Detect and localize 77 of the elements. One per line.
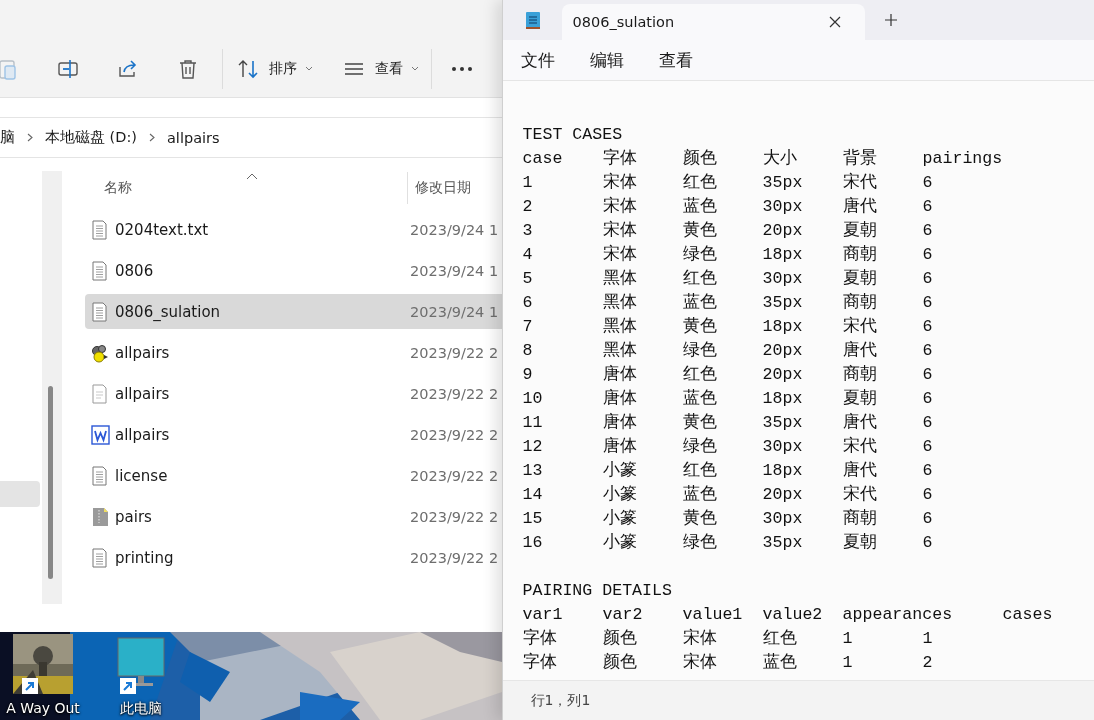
breadcrumb-item[interactable]: allpairs (167, 129, 220, 146)
menu-item[interactable]: 文件 (520, 48, 555, 72)
file-date: 2023/9/22 2 (410, 549, 499, 566)
address-bar[interactable]: 脑 本地磁盘 (D:) allpairs (0, 117, 502, 158)
file-row[interactable]: allpairs 2023/9/22 2 (85, 335, 502, 370)
scrollbar-thumb[interactable] (48, 386, 53, 579)
file-name: pairs (115, 507, 153, 526)
caret-icon (411, 66, 419, 71)
add-tab-icon[interactable] (883, 13, 898, 27)
text-line: 2 宋体 蓝色 30px 唐代 6 (522, 195, 934, 218)
text-line: 字体 颜色 宋体 蓝色 1 2 (522, 651, 934, 674)
file-row[interactable]: 0806 2023/9/24 1 (85, 253, 502, 288)
file-date: 2023/9/22 2 (410, 467, 499, 484)
file-row[interactable]: printing 2023/9/22 2 (85, 540, 502, 575)
text-line: 12 唐体 绿色 30px 宋代 6 (522, 435, 934, 458)
text-line: 10 唐体 蓝色 18px 夏朝 6 (522, 388, 934, 410)
text-line: 15 小篆 黄色 30px 商朝 6 (522, 508, 934, 530)
tab[interactable]: 0806_sulation (561, 4, 865, 40)
file-row[interactable]: allpairs 2023/9/22 2 (85, 376, 502, 411)
column-header[interactable]: 修改日期 (415, 179, 471, 197)
view-button[interactable]: 查看 (337, 48, 425, 89)
file-name: 0806 (115, 261, 155, 280)
rename-icon (57, 57, 79, 80)
text-line: 5 黑体 红色 30px 夏朝 6 (522, 268, 934, 290)
menu-item[interactable]: 查看 (658, 48, 693, 72)
text-line: 13 小篆 红色 18px 唐代 6 (522, 460, 934, 482)
file-name: 0806_sulation (115, 302, 222, 321)
text-line: var1 var2 value1 value2 appearances cases (522, 604, 1054, 626)
text-line: case 字体 颜色 大小 背景 pairings (522, 147, 1004, 170)
file-row[interactable]: license 2023/9/22 2 (85, 458, 502, 493)
share-icon (117, 57, 139, 80)
file-date: 2023/9/24 1 (410, 262, 499, 279)
file-name: allpairs (115, 425, 171, 444)
text-line: 字体 颜色 宋体 红色 1 1 (522, 627, 934, 650)
caret-icon (305, 66, 313, 71)
delete-icon (177, 57, 199, 80)
file-name: 0204text.txt (115, 220, 210, 239)
file-date: 2023/9/22 2 (410, 385, 499, 402)
file-date: 2023/9/22 2 (410, 426, 499, 443)
close-icon[interactable] (828, 16, 841, 28)
file-name: allpairs (115, 343, 171, 362)
text-line: PAIRING DETAILS (522, 580, 673, 602)
text-line: 1 宋体 红色 35px 宋代 6 (522, 171, 934, 194)
file-name: allpairs (115, 384, 171, 403)
text-line: TEST CASES (522, 124, 624, 146)
file-row[interactable]: pairs 2023/9/22 2 (85, 499, 502, 534)
notepad-icon (523, 10, 542, 30)
file-date: 2023/9/22 2 (410, 508, 499, 525)
chevron-icon (149, 133, 155, 142)
file-date: 2023/9/22 2 (410, 344, 499, 361)
cursor-position: 行1，列1 (530, 691, 591, 710)
breadcrumb-item[interactable]: 脑 (0, 128, 15, 147)
text-line: 3 宋体 黄色 20px 夏朝 6 (522, 219, 934, 242)
text-line: 8 黑体 绿色 20px 唐代 6 (522, 340, 934, 362)
breadcrumb-item[interactable]: 本地磁盘 (D:) (45, 128, 137, 147)
text-line: 4 宋体 绿色 18px 商朝 6 (522, 243, 934, 266)
more-icon (451, 65, 473, 72)
file-name: license (115, 466, 169, 485)
text-line: 7 黑体 黄色 18px 宋代 6 (522, 315, 934, 338)
text-line: 16 小篆 绿色 35px 夏朝 6 (522, 532, 934, 554)
archive-icon (91, 506, 111, 527)
file-date: 2023/9/24 1 (410, 303, 499, 320)
file-row[interactable]: allpairs 2023/9/22 2 (85, 417, 502, 452)
text-line: 9 唐体 红色 20px 商朝 6 (522, 364, 934, 386)
chevron-icon (27, 133, 33, 142)
menu-item[interactable]: 编辑 (589, 48, 624, 72)
text-line: 6 黑体 蓝色 35px 商朝 6 (522, 292, 934, 314)
file-date: 2023/9/24 1 (410, 221, 499, 238)
sort-caret-icon (246, 173, 258, 180)
column-header[interactable]: 名称 (104, 179, 246, 197)
file-row[interactable]: 0806_sulation 2023/9/24 1 (85, 294, 502, 329)
sort-button[interactable]: 排序 (231, 48, 319, 89)
word-document-icon (91, 424, 111, 445)
file-name: printing (115, 548, 175, 567)
text-line: 14 小篆 蓝色 20px 宋代 6 (522, 483, 934, 506)
text-line: 11 唐体 黄色 35px 唐代 6 (522, 412, 934, 434)
file-row[interactable]: 0204text.txt 2023/9/24 1 (85, 212, 502, 247)
